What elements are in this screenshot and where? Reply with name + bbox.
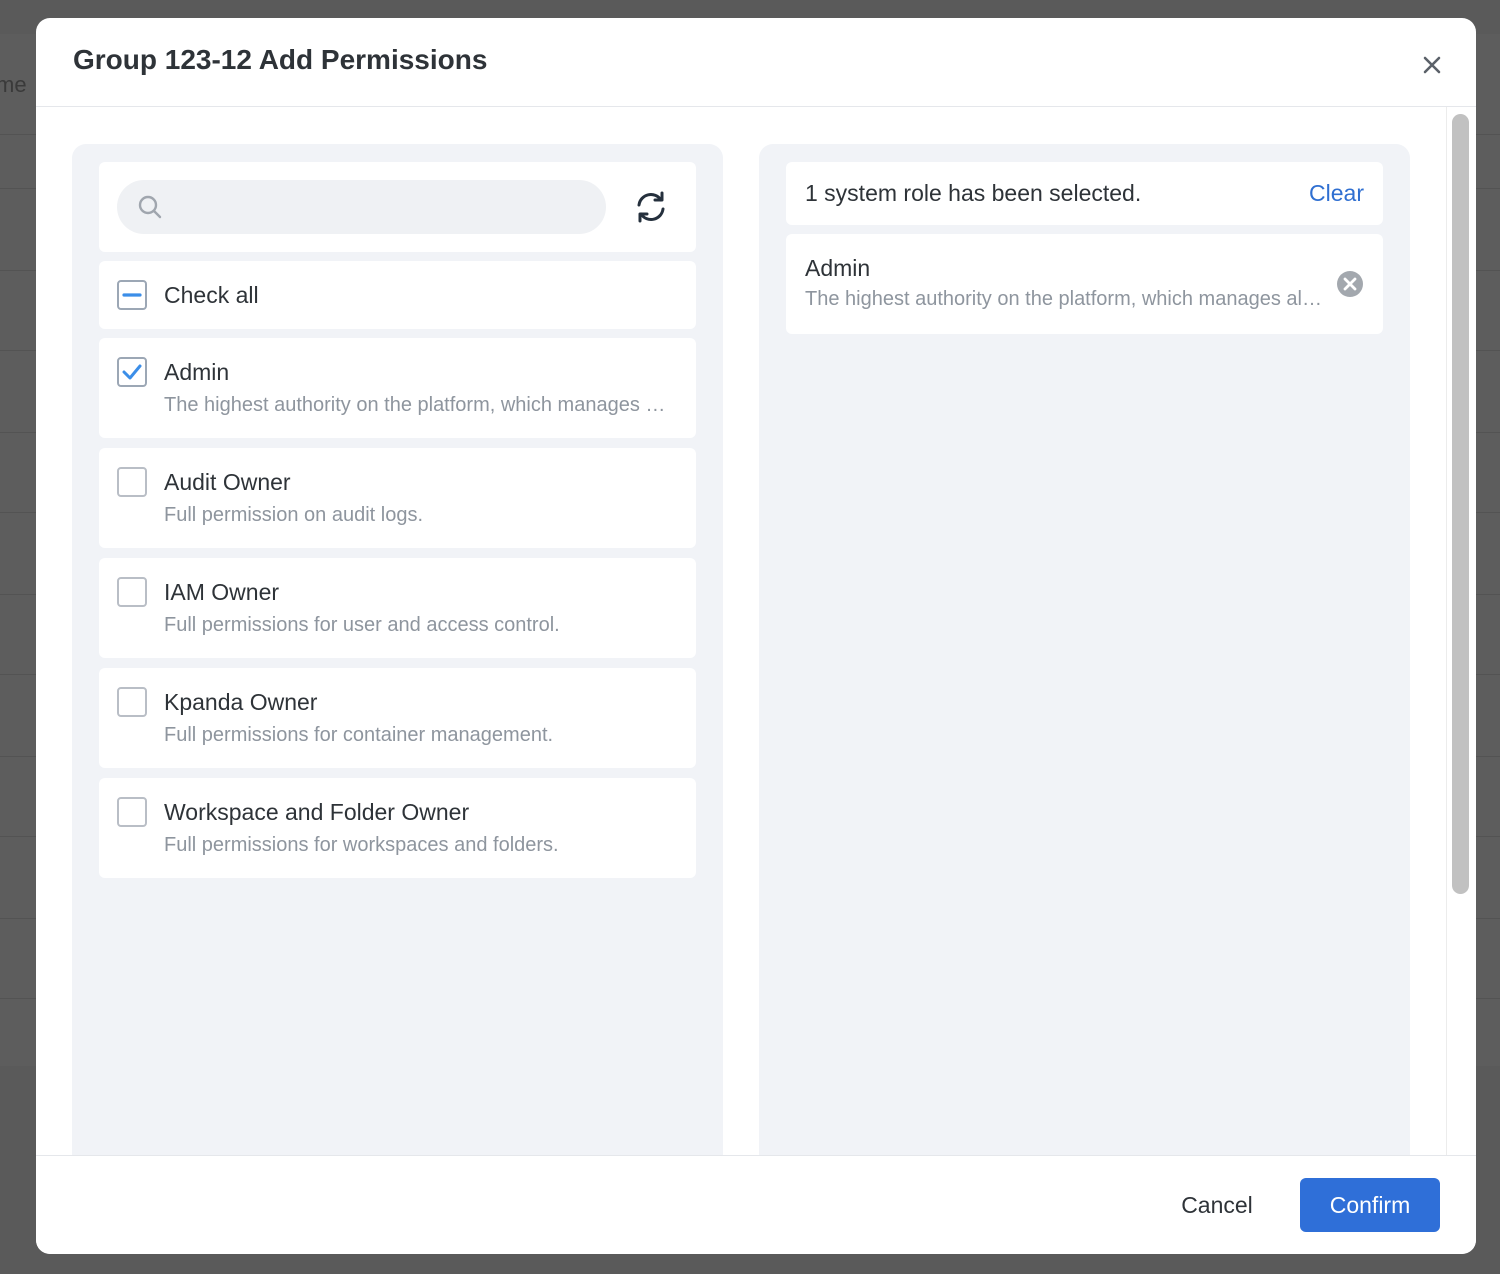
selected-count-text: 1 system role has been selected. (805, 180, 1142, 206)
available-roles-panel: Check all Admin The highest authority on… (72, 144, 723, 1155)
role-description: Full permission on audit logs. (164, 504, 424, 526)
role-checkbox[interactable] (117, 797, 147, 827)
role-description: Full permissions for container managemen… (164, 724, 554, 746)
search-box[interactable] (117, 180, 606, 236)
search-icon (138, 195, 162, 219)
role-name: IAM Owner (164, 579, 280, 605)
background-text: me (0, 72, 27, 97)
add-permissions-modal: Group 123-12 Add Permissions Check all A… (36, 18, 1476, 1254)
search-input[interactable] (177, 180, 591, 236)
selected-role-name: Admin (805, 255, 871, 281)
role-name: Admin (164, 359, 230, 385)
role-description: Full permissions for user and access con… (164, 614, 560, 636)
selected-role-description: The highest authority on the platform, w… (805, 288, 1322, 310)
check-all-row[interactable]: Check all (99, 261, 696, 329)
modal-footer: Cancel Confirm (36, 1155, 1476, 1254)
remove-circle-icon[interactable] (1336, 270, 1364, 298)
scrollbar-thumb[interactable] (1452, 114, 1469, 894)
role-name: Workspace and Folder Owner (164, 799, 470, 825)
role-description: The highest authority on the platform, w… (164, 394, 670, 416)
role-name: Audit Owner (164, 469, 291, 495)
refresh-icon[interactable] (632, 188, 670, 226)
confirm-button[interactable]: Confirm (1300, 1178, 1440, 1232)
selected-role-admin: Admin The highest authority on the platf… (786, 234, 1383, 334)
close-button[interactable] (1418, 51, 1446, 79)
role-checkbox[interactable] (117, 357, 147, 387)
role-item-admin[interactable]: Admin The highest authority on the platf… (99, 338, 696, 438)
cancel-button[interactable]: Cancel (1154, 1178, 1280, 1232)
role-checkbox[interactable] (117, 467, 147, 497)
role-item-kpanda-owner[interactable]: Kpanda Owner Full permissions for contai… (99, 668, 696, 768)
checkmark-icon (122, 364, 142, 380)
modal-body: Check all Admin The highest authority on… (36, 107, 1476, 1155)
modal-header: Group 123-12 Add Permissions (36, 18, 1476, 107)
role-item-workspace-folder-owner[interactable]: Workspace and Folder Owner Full permissi… (99, 778, 696, 878)
selected-summary: 1 system role has been selected. Clear (786, 162, 1383, 225)
role-item-audit-owner[interactable]: Audit Owner Full permission on audit log… (99, 448, 696, 548)
role-item-iam-owner[interactable]: IAM Owner Full permissions for user and … (99, 558, 696, 658)
role-checkbox[interactable] (117, 577, 147, 607)
minus-icon (122, 293, 142, 297)
role-name: Kpanda Owner (164, 689, 318, 715)
clear-button[interactable]: Clear (1309, 180, 1364, 207)
search-card (99, 162, 696, 252)
close-icon (1423, 56, 1441, 74)
role-description: Full permissions for workspaces and fold… (164, 834, 559, 856)
role-checkbox[interactable] (117, 687, 147, 717)
check-all-checkbox[interactable] (117, 280, 147, 310)
modal-title: Group 123-12 Add Permissions (73, 44, 488, 75)
check-all-label: Check all (164, 282, 259, 308)
selected-roles-panel: 1 system role has been selected. Clear A… (759, 144, 1410, 1155)
